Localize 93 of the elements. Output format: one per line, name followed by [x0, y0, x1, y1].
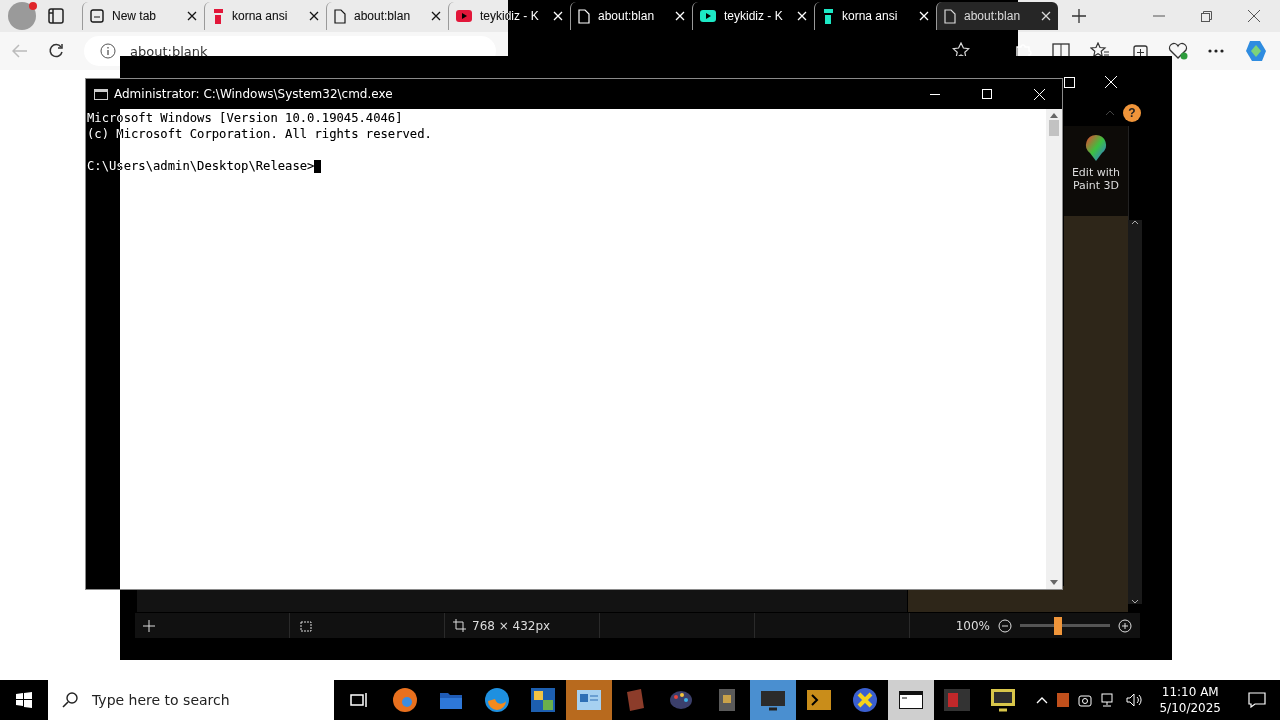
- page-icon: [334, 8, 346, 24]
- book-icon: [624, 688, 646, 712]
- browser-tab[interactable]: about:blan: [570, 2, 692, 30]
- archive-icon: [717, 687, 737, 713]
- x-icon: [852, 687, 878, 713]
- down-arrow-icon: [1050, 580, 1058, 585]
- paint-drop-icon: [1083, 134, 1109, 162]
- console-icon: [94, 88, 108, 100]
- crop-icon: [453, 619, 466, 632]
- close-icon: [1248, 10, 1260, 22]
- minimize-icon: [930, 93, 940, 95]
- chevron-up-icon: [1131, 220, 1139, 225]
- tab-title: about:blan: [598, 9, 656, 23]
- refresh-icon: [48, 43, 64, 59]
- volume-icon: [1126, 693, 1143, 707]
- tab-title: about:blan: [964, 9, 1022, 23]
- image-icon: [531, 688, 555, 712]
- chevron-up-icon: [1036, 696, 1049, 704]
- tab-title: teykidiz - K: [724, 9, 784, 23]
- text-cursor: [314, 159, 322, 173]
- close-icon[interactable]: [1041, 11, 1051, 21]
- close-icon: [1105, 76, 1117, 88]
- page-icon: [944, 8, 956, 24]
- clock[interactable]: 11:10 AM 5/10/2025: [1151, 684, 1229, 716]
- slider-thumb[interactable]: [1053, 616, 1062, 635]
- maximize-icon: [1064, 76, 1075, 88]
- edge-icon: [392, 687, 418, 713]
- selection-icon: [298, 619, 312, 632]
- folder-icon: [439, 690, 463, 710]
- chevron-down-icon: [1131, 599, 1139, 604]
- copilot-icon: [1244, 39, 1268, 63]
- more-icon: [1208, 49, 1224, 53]
- display-icon: [990, 688, 1016, 712]
- scrollbar[interactable]: [1128, 220, 1142, 604]
- up-arrow-icon: [1050, 113, 1058, 118]
- help-button[interactable]: ?: [1123, 104, 1141, 122]
- tab-title: korna ansi: [232, 9, 289, 23]
- new-tab-icon: [90, 9, 104, 23]
- browser-tab[interactable]: New tab: [82, 2, 204, 30]
- close-icon[interactable]: [309, 11, 319, 21]
- media-icon: [944, 689, 970, 711]
- maximize-icon: [982, 89, 992, 99]
- task-view-icon: [349, 691, 369, 709]
- address-text: about:blank: [130, 43, 208, 59]
- info-icon: [100, 43, 116, 59]
- console-icon: [899, 691, 923, 709]
- firefox-icon: [484, 687, 510, 713]
- clock-time: 11:10 AM: [1161, 684, 1219, 700]
- back-arrow-icon: [12, 44, 28, 58]
- zoom-out-icon: [998, 618, 1012, 633]
- taskbar-app[interactable]: [888, 680, 934, 720]
- tab-title: korna ansi: [842, 9, 899, 23]
- browser-tab[interactable]: about:blan: [936, 2, 1058, 30]
- scrollbar[interactable]: [1046, 109, 1062, 589]
- tab-title: about:blan: [354, 9, 412, 23]
- heartbeat-icon: [1168, 42, 1188, 60]
- close-icon[interactable]: [797, 11, 807, 21]
- close-icon[interactable]: [187, 11, 197, 21]
- tab-title: New tab: [112, 9, 158, 23]
- tab-actions-icon: [48, 8, 64, 24]
- restore-icon: [1201, 10, 1212, 22]
- image-size: 768 × 432px: [472, 618, 551, 633]
- search-placeholder: Type here to search: [92, 692, 230, 708]
- move-icon: [143, 619, 155, 632]
- monitor-icon: [760, 689, 786, 711]
- close-icon[interactable]: [675, 11, 685, 21]
- window-title: Administrator: C:\Windows\System32\cmd.exe: [114, 87, 394, 101]
- zoom-in-icon: [1118, 618, 1132, 633]
- palette-icon: [669, 689, 693, 711]
- card-icon: [577, 690, 601, 710]
- close-icon[interactable]: [553, 11, 563, 21]
- scroll-thumb[interactable]: [1049, 120, 1059, 136]
- search-icon: [62, 692, 78, 708]
- chevron-up-icon: [1105, 110, 1115, 116]
- zoom-percent: 100%: [955, 618, 990, 633]
- browser-tab[interactable]: teykidiz - K: [692, 2, 814, 30]
- close-icon[interactable]: [431, 11, 441, 21]
- clock-date: 5/10/2025: [1159, 700, 1221, 716]
- new-tab-icon: [1072, 9, 1086, 23]
- close-icon: [1033, 88, 1045, 100]
- minimize-icon: [1153, 15, 1165, 17]
- app-tray-icon: [1057, 693, 1070, 707]
- search-field[interactable]: Type here to search: [48, 680, 334, 720]
- paint-3d-button[interactable]: Edit with Paint 3D: [1064, 126, 1128, 200]
- terminal-icon: [807, 690, 831, 710]
- windows-logo-icon: [16, 692, 32, 708]
- page-icon: [578, 8, 590, 24]
- browser-tab[interactable]: korna ansi: [204, 2, 326, 30]
- close-icon[interactable]: [919, 11, 929, 21]
- profile-avatar[interactable]: [8, 2, 36, 30]
- browser-tab[interactable]: about:blan: [326, 2, 448, 30]
- camera-icon: [1078, 693, 1093, 707]
- notification-icon: [1248, 692, 1266, 708]
